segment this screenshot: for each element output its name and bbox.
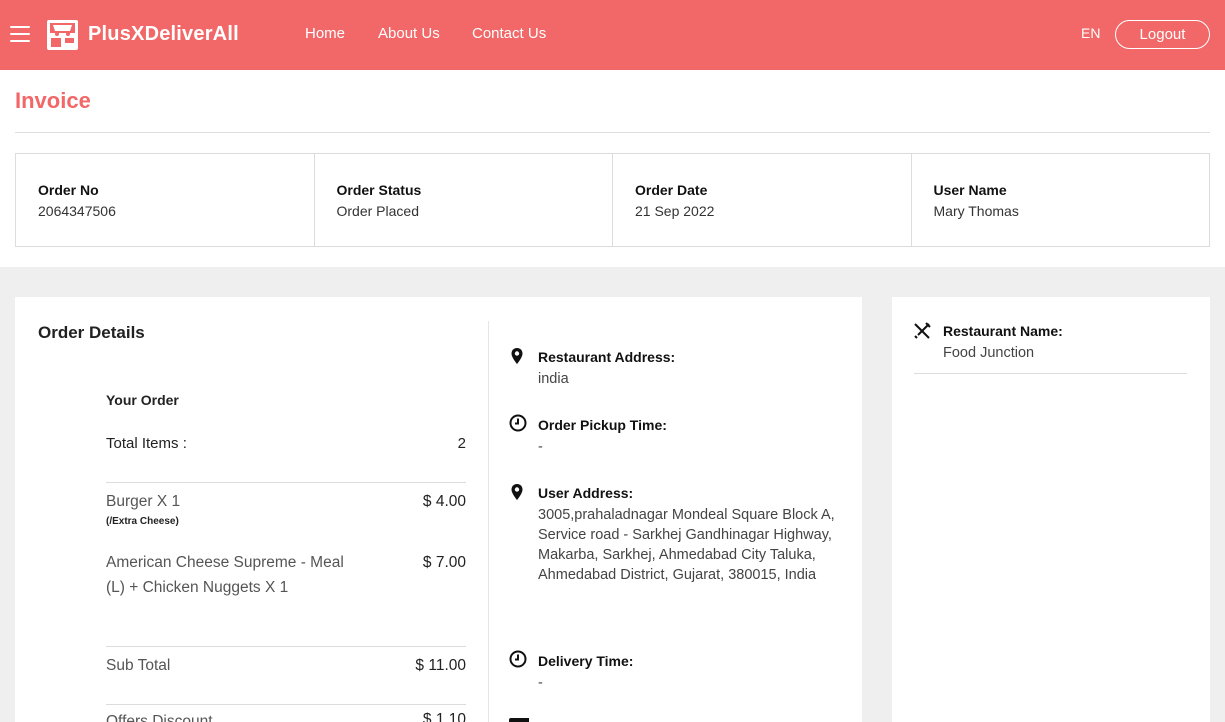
- order-item-note: (/Extra Cheese): [106, 516, 179, 527]
- pickup-time-label: Order Pickup Time:: [538, 417, 667, 433]
- restaurant-name-value: Food Junction: [943, 345, 1035, 361]
- offers-discount-label: Offers Discount: [106, 713, 213, 722]
- divider: [914, 373, 1187, 374]
- map-pin-icon: [511, 484, 523, 500]
- divider: [106, 704, 466, 705]
- order-item-price: $ 7.00: [422, 554, 466, 571]
- user-name-label: User Name: [933, 182, 1007, 198]
- nav-about-us[interactable]: About Us: [378, 25, 440, 42]
- order-status-value: Order Placed: [336, 203, 419, 219]
- order-item-name: Burger X 1: [106, 493, 181, 510]
- language-selector[interactable]: EN: [1081, 25, 1100, 41]
- order-number-label: Order No: [38, 182, 99, 198]
- order-date-label: Order Date: [635, 182, 708, 198]
- order-summary-row: Order No 2064347506 Order Status Order P…: [15, 153, 1210, 247]
- restaurant-address-label: Restaurant Address:: [538, 349, 676, 365]
- map-pin-icon: [511, 348, 523, 364]
- order-date-value: 21 Sep 2022: [635, 203, 715, 219]
- payment-card-icon: [509, 718, 529, 722]
- order-number-cell: Order No 2064347506: [16, 154, 315, 246]
- restaurant-address-value: india: [538, 371, 569, 387]
- subtotal-label: Sub Total: [106, 657, 171, 674]
- offers-discount-value: $ 1.10: [422, 711, 466, 722]
- divider: [106, 482, 466, 483]
- order-number-value: 2064347506: [38, 203, 116, 219]
- order-item-name: American Cheese Supreme - Meal (L) + Chi…: [106, 554, 344, 596]
- title-divider: [15, 132, 1210, 133]
- your-order-heading: Your Order: [106, 392, 179, 408]
- divider: [106, 646, 466, 647]
- total-items-label: Total Items :: [106, 435, 187, 452]
- user-name-cell: User Name Mary Thomas: [912, 154, 1210, 246]
- top-navigation-bar: PlusXDeliverAll Home About Us Contact Us…: [0, 0, 1225, 70]
- restaurant-name-label: Restaurant Name:: [943, 323, 1063, 339]
- delivery-time-label: Delivery Time:: [538, 653, 634, 669]
- user-name-value: Mary Thomas: [933, 203, 1019, 219]
- subtotal-value: $ 11.00: [415, 657, 466, 674]
- pickup-time-value: -: [538, 439, 543, 455]
- fork-knife-icon: [914, 322, 931, 339]
- nav-home[interactable]: Home: [305, 25, 345, 42]
- total-items-value: 2: [457, 435, 466, 452]
- restaurant-card: Restaurant Name: Food Junction: [892, 297, 1210, 722]
- order-date-cell: Order Date 21 Sep 2022: [613, 154, 912, 246]
- order-item-price: $ 4.00: [422, 493, 466, 510]
- store-logo-icon[interactable]: [45, 17, 80, 52]
- clock-icon: [509, 650, 527, 668]
- order-status-label: Order Status: [336, 182, 422, 198]
- clock-icon: [509, 414, 527, 432]
- user-address-value: 3005,prahaladnagar Mondeal Square Block …: [538, 507, 835, 583]
- hamburger-menu-icon[interactable]: [10, 26, 30, 44]
- page-title: Invoice: [15, 88, 91, 113]
- nav-contact-us[interactable]: Contact Us: [472, 25, 546, 42]
- brand-name[interactable]: PlusXDeliverAll: [88, 23, 239, 46]
- user-address-label: User Address:: [538, 485, 634, 501]
- order-details-card: Order Details Your Order Total Items : 2…: [15, 297, 862, 722]
- delivery-time-value: -: [538, 675, 543, 691]
- order-status-cell: Order Status Order Placed: [315, 154, 613, 246]
- column-divider: [488, 321, 489, 722]
- order-details-title: Order Details: [38, 323, 145, 342]
- logout-button[interactable]: Logout: [1115, 20, 1210, 49]
